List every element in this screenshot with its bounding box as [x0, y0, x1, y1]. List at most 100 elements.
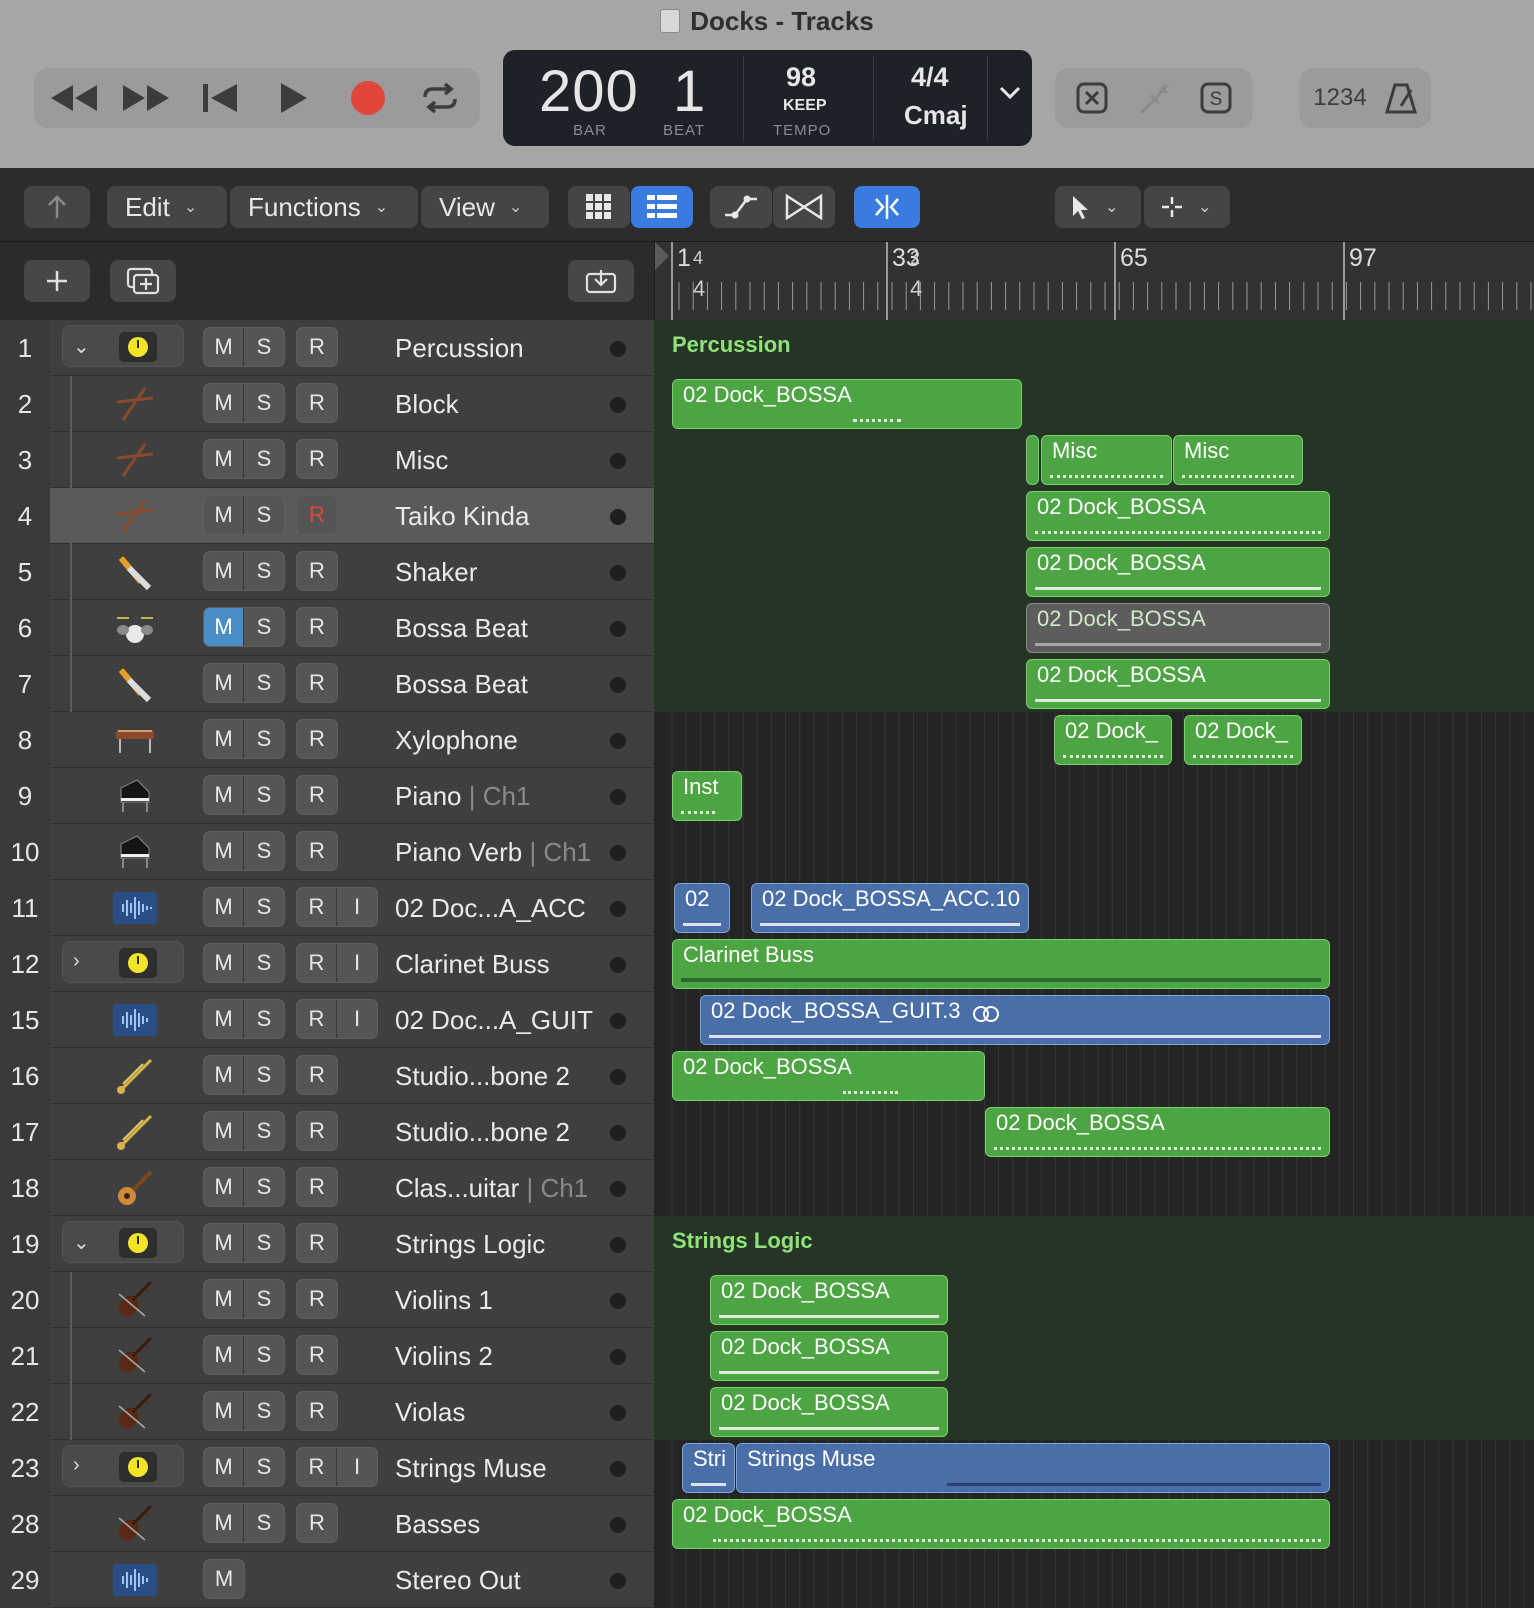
folder-region-strings-logic[interactable]: Strings Logic	[672, 1228, 813, 1254]
stack-disclosure[interactable]: ⌄	[62, 1221, 184, 1263]
mute-button[interactable]: M	[204, 1224, 244, 1262]
fast-forward-button[interactable]	[116, 68, 176, 128]
track-name[interactable]: Xylophone	[395, 712, 518, 768]
track-header-violins-2[interactable]: 21 MS R Violins 2	[0, 1328, 654, 1384]
mute-button[interactable]: M	[204, 1280, 244, 1318]
track-name[interactable]: Percussion	[395, 320, 524, 376]
region[interactable]: 02 Dock_BOSSA	[1026, 491, 1330, 541]
track-name[interactable]: 02 Doc...A_ACC	[395, 880, 586, 936]
solo-button[interactable]: S	[244, 888, 284, 926]
mute-button[interactable]: M	[204, 1392, 244, 1430]
metronome-button[interactable]	[1379, 68, 1423, 128]
track-header-bossa-beat-2[interactable]: 7 MS R Bossa Beat	[0, 656, 654, 712]
solo-button[interactable]: S	[244, 1280, 284, 1318]
solo-button[interactable]: S	[244, 1336, 284, 1374]
solo-button[interactable]: S	[244, 608, 284, 646]
track-name[interactable]: Violins 2	[395, 1328, 493, 1384]
region[interactable]: Misc	[1173, 435, 1303, 485]
track-name[interactable]: Studio...bone 2	[395, 1048, 570, 1104]
region[interactable]: Misc	[1041, 435, 1172, 485]
solo-button[interactable]: S	[244, 944, 284, 982]
snap-button[interactable]	[854, 186, 920, 228]
mute-button[interactable]: M	[204, 944, 244, 982]
track-header-strings-muse[interactable]: 23 › MS RI Strings Muse	[0, 1440, 654, 1496]
track-header-block[interactable]: 2 MS R Block	[0, 376, 654, 432]
mute-button[interactable]: M	[204, 1168, 244, 1206]
track-header-stereo-out[interactable]: 29 M Stereo Out	[0, 1552, 654, 1608]
record-enable-button[interactable]: R	[297, 1112, 337, 1150]
record-enable-button[interactable]: R	[297, 1224, 337, 1262]
record-enable-button[interactable]: R	[297, 1448, 337, 1486]
mute-button[interactable]: M	[204, 1336, 244, 1374]
solo-button[interactable]: S	[244, 384, 284, 422]
record-enable-button[interactable]: R	[297, 664, 337, 702]
record-enable-button[interactable]: R	[297, 496, 337, 534]
input-monitor-button[interactable]: I	[337, 944, 377, 982]
track-name[interactable]: Violins 1	[395, 1272, 493, 1328]
track-header-shaker[interactable]: 5 MS R Shaker	[0, 544, 654, 600]
tracks-view-button[interactable]	[631, 186, 693, 228]
track-header-trombone-2[interactable]: 17 MS R Studio...bone 2	[0, 1104, 654, 1160]
record-enable-button[interactable]: R	[297, 832, 337, 870]
chevron-right-icon[interactable]: ›	[73, 1454, 80, 1477]
region[interactable]: Clarinet Buss	[672, 939, 1330, 989]
track-name[interactable]: Stereo Out	[395, 1552, 521, 1608]
region[interactable]: 02 Dock_BOSSA	[672, 379, 1022, 429]
region[interactable]: 02 Dock_BOSSA	[710, 1331, 948, 1381]
flex-button[interactable]	[773, 186, 835, 228]
solo-button[interactable]: S	[244, 1448, 284, 1486]
mute-button[interactable]: M	[204, 720, 244, 758]
track-header-classical-guitar[interactable]: 18 MS R Clas...uitar | Ch1	[0, 1160, 654, 1216]
mute-button[interactable]: M	[204, 664, 244, 702]
go-to-start-button[interactable]	[190, 68, 250, 128]
solo-button[interactable]: S	[244, 776, 284, 814]
track-name[interactable]: Strings Muse	[395, 1440, 547, 1496]
input-monitor-button[interactable]: I	[337, 888, 377, 926]
mute-button[interactable]: M	[204, 776, 244, 814]
record-enable-button[interactable]: R	[297, 440, 337, 478]
track-name[interactable]: Bossa Beat	[395, 600, 528, 656]
tracks-area[interactable]: Percussion 02 Dock_BOSSA Misc Misc 02 Do…	[654, 320, 1534, 1608]
track-name[interactable]: Strings Logic	[395, 1216, 545, 1272]
track-header-trombone-1[interactable]: 16 MS R Studio...bone 2	[0, 1048, 654, 1104]
mute-button[interactable]: M	[204, 1000, 244, 1038]
input-monitor-button[interactable]: I	[337, 1000, 377, 1038]
pointer-tool-menu[interactable]: ⌄	[1055, 186, 1141, 228]
solo-button[interactable]: S	[244, 664, 284, 702]
region[interactable]: 02 Dock_BOSSA	[710, 1275, 948, 1325]
region[interactable]: 02 Dock_BOSSA	[672, 1499, 1330, 1549]
region-muted[interactable]: 02 Dock_BOSSA	[1026, 603, 1330, 653]
region[interactable]: 02 Dock_	[1184, 715, 1302, 765]
record-enable-button[interactable]: R	[297, 1056, 337, 1094]
chevron-down-icon[interactable]: ⌄	[73, 334, 90, 359]
edit-menu[interactable]: Edit ⌄	[107, 186, 227, 228]
lcd-menu-chevron-icon[interactable]	[999, 86, 1021, 105]
mute-button[interactable]: M	[204, 1448, 244, 1486]
track-name[interactable]: 02 Doc...A_GUIT	[395, 992, 593, 1048]
solo-button[interactable]: S	[244, 720, 284, 758]
stack-disclosure[interactable]: ⌄	[62, 325, 184, 367]
audio-region[interactable]: Strings Muse	[736, 1443, 1330, 1493]
solo-button[interactable]: S	[244, 1224, 284, 1262]
replace-button[interactable]	[1067, 68, 1117, 128]
record-button[interactable]	[338, 68, 398, 128]
solo-button[interactable]: S	[244, 440, 284, 478]
mute-button[interactable]: M	[204, 496, 244, 534]
record-enable-button[interactable]: R	[297, 888, 337, 926]
record-enable-button[interactable]: R	[297, 1504, 337, 1542]
record-enable-button[interactable]: R	[297, 944, 337, 982]
mute-button[interactable]: M	[204, 384, 244, 422]
play-button[interactable]	[264, 68, 324, 128]
track-header-strings-logic[interactable]: 19 ⌄ MS R Strings Logic	[0, 1216, 654, 1272]
mute-button[interactable]: M	[204, 832, 244, 870]
mute-button[interactable]: M	[204, 1504, 244, 1542]
add-track-button[interactable]	[24, 260, 90, 302]
track-name[interactable]: Taiko Kinda	[395, 488, 529, 544]
solo-button[interactable]: S	[244, 1056, 284, 1094]
track-header-xylophone[interactable]: 8 MS R Xylophone	[0, 712, 654, 768]
track-name[interactable]: Clarinet Buss	[395, 936, 550, 992]
solo-button[interactable]: S	[244, 552, 284, 590]
solo-button[interactable]: S	[244, 1392, 284, 1430]
region[interactable]: 02 Dock_BOSSA	[672, 1051, 985, 1101]
tuner-button[interactable]	[1129, 68, 1179, 128]
